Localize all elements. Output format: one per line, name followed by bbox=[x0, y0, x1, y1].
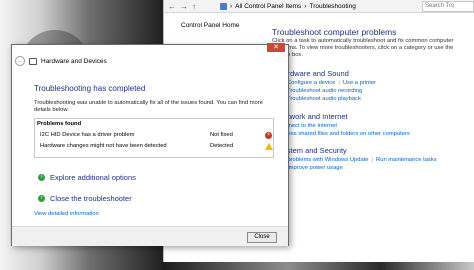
task-link[interactable]: Troubleshoot audio recording bbox=[287, 87, 362, 95]
view-detailed-info-link[interactable]: View detailed information bbox=[34, 211, 99, 217]
dialog-footer: Close bbox=[12, 226, 288, 246]
green-arrow-icon: › bbox=[38, 174, 45, 181]
close-button[interactable]: Close bbox=[247, 232, 277, 243]
task-link[interactable]: Fix problems with Windows Update bbox=[278, 156, 369, 164]
problems-header: Problems found bbox=[37, 121, 82, 127]
dialog-message: Troubleshooting was unable to automatica… bbox=[34, 100, 263, 113]
dialog-nav-title: Hardware and Devices bbox=[41, 57, 107, 65]
breadcrumb-separator-icon: › bbox=[230, 3, 233, 10]
error-icon: × bbox=[265, 132, 272, 139]
section-system-and-security: System and Security Fix problems with Wi… bbox=[278, 146, 437, 172]
close-icon[interactable]: ✕ bbox=[267, 43, 285, 52]
breadcrumb[interactable]: › All Control Panel Items › Troubleshoot… bbox=[220, 2, 356, 11]
page-title: Troubleshoot computer problems bbox=[272, 27, 397, 37]
warning-icon bbox=[265, 143, 273, 150]
troubleshooter-icon bbox=[29, 57, 37, 65]
dialog-heading: Troubleshooting has completed bbox=[34, 84, 146, 93]
back-arrow-icon[interactable]: ← bbox=[168, 2, 176, 11]
address-bar: ← → ↑ › All Control Panel Items › Troubl… bbox=[164, 0, 474, 13]
explore-options-link[interactable]: › Explore additional options bbox=[38, 173, 136, 182]
control-panel-home-link[interactable]: Control Panel Home bbox=[181, 22, 240, 29]
breadcrumb-item[interactable]: Troubleshooting bbox=[309, 3, 355, 10]
section-hardware-and-sound: Hardware and Sound Configure a device | Us… bbox=[278, 69, 376, 103]
troubleshooter-dialog: ✕ ← Hardware and Devices Troubleshooting… bbox=[11, 43, 289, 246]
problem-status: Detected bbox=[210, 143, 234, 149]
back-button[interactable]: ← bbox=[15, 56, 25, 66]
forward-arrow-icon[interactable]: → bbox=[180, 2, 188, 11]
section-network-and-internet: Network and Internet Connect to the Inte… bbox=[278, 112, 410, 138]
close-troubleshooter-link[interactable]: › Close the troubleshooter bbox=[38, 194, 132, 203]
problems-table: Problems found I2C HID Device has a driv… bbox=[34, 118, 274, 158]
option-label: Explore additional options bbox=[50, 173, 136, 182]
section-title[interactable]: Hardware and Sound bbox=[278, 69, 376, 78]
task-link[interactable]: Improve power usage bbox=[287, 164, 343, 172]
control-panel-icon bbox=[220, 3, 227, 10]
breadcrumb-item[interactable]: All Control Panel Items bbox=[235, 3, 301, 10]
separator: | bbox=[371, 157, 374, 163]
table-row[interactable]: Hardware changes might not have been det… bbox=[40, 143, 274, 152]
task-link[interactable]: Use a printer bbox=[343, 79, 376, 87]
breadcrumb-separator-icon: › bbox=[304, 3, 307, 10]
page-description: Click on a task to automatically trouble… bbox=[272, 38, 454, 58]
problem-status: Not fixed bbox=[210, 132, 233, 138]
search-input[interactable]: Search Tro bbox=[422, 1, 474, 12]
search-placeholder: Search Tro bbox=[425, 3, 455, 9]
option-label: Close the troubleshooter bbox=[50, 194, 132, 203]
task-link[interactable]: Access shared files and folders on other… bbox=[278, 130, 410, 138]
problem-name: Hardware changes might not have been det… bbox=[40, 143, 167, 149]
table-row[interactable]: I2C HID Device has a driver problem Not … bbox=[40, 132, 274, 141]
problem-name: I2C HID Device has a driver problem bbox=[40, 132, 135, 138]
green-arrow-icon: › bbox=[38, 195, 45, 202]
section-title[interactable]: Network and Internet bbox=[278, 112, 410, 121]
separator: | bbox=[338, 80, 340, 86]
up-arrow-icon[interactable]: ↑ bbox=[192, 2, 196, 11]
desktop-wallpaper-strip bbox=[163, 262, 474, 270]
section-title[interactable]: System and Security bbox=[278, 146, 437, 155]
dialog-nav: ← Hardware and Devices bbox=[15, 56, 107, 66]
task-link[interactable]: Troubleshoot audio playback bbox=[287, 95, 361, 103]
task-link[interactable]: Configure a device bbox=[287, 79, 335, 87]
task-link[interactable]: Run maintenance tasks bbox=[376, 156, 437, 164]
dialog-titlebar[interactable]: ✕ bbox=[12, 43, 288, 53]
